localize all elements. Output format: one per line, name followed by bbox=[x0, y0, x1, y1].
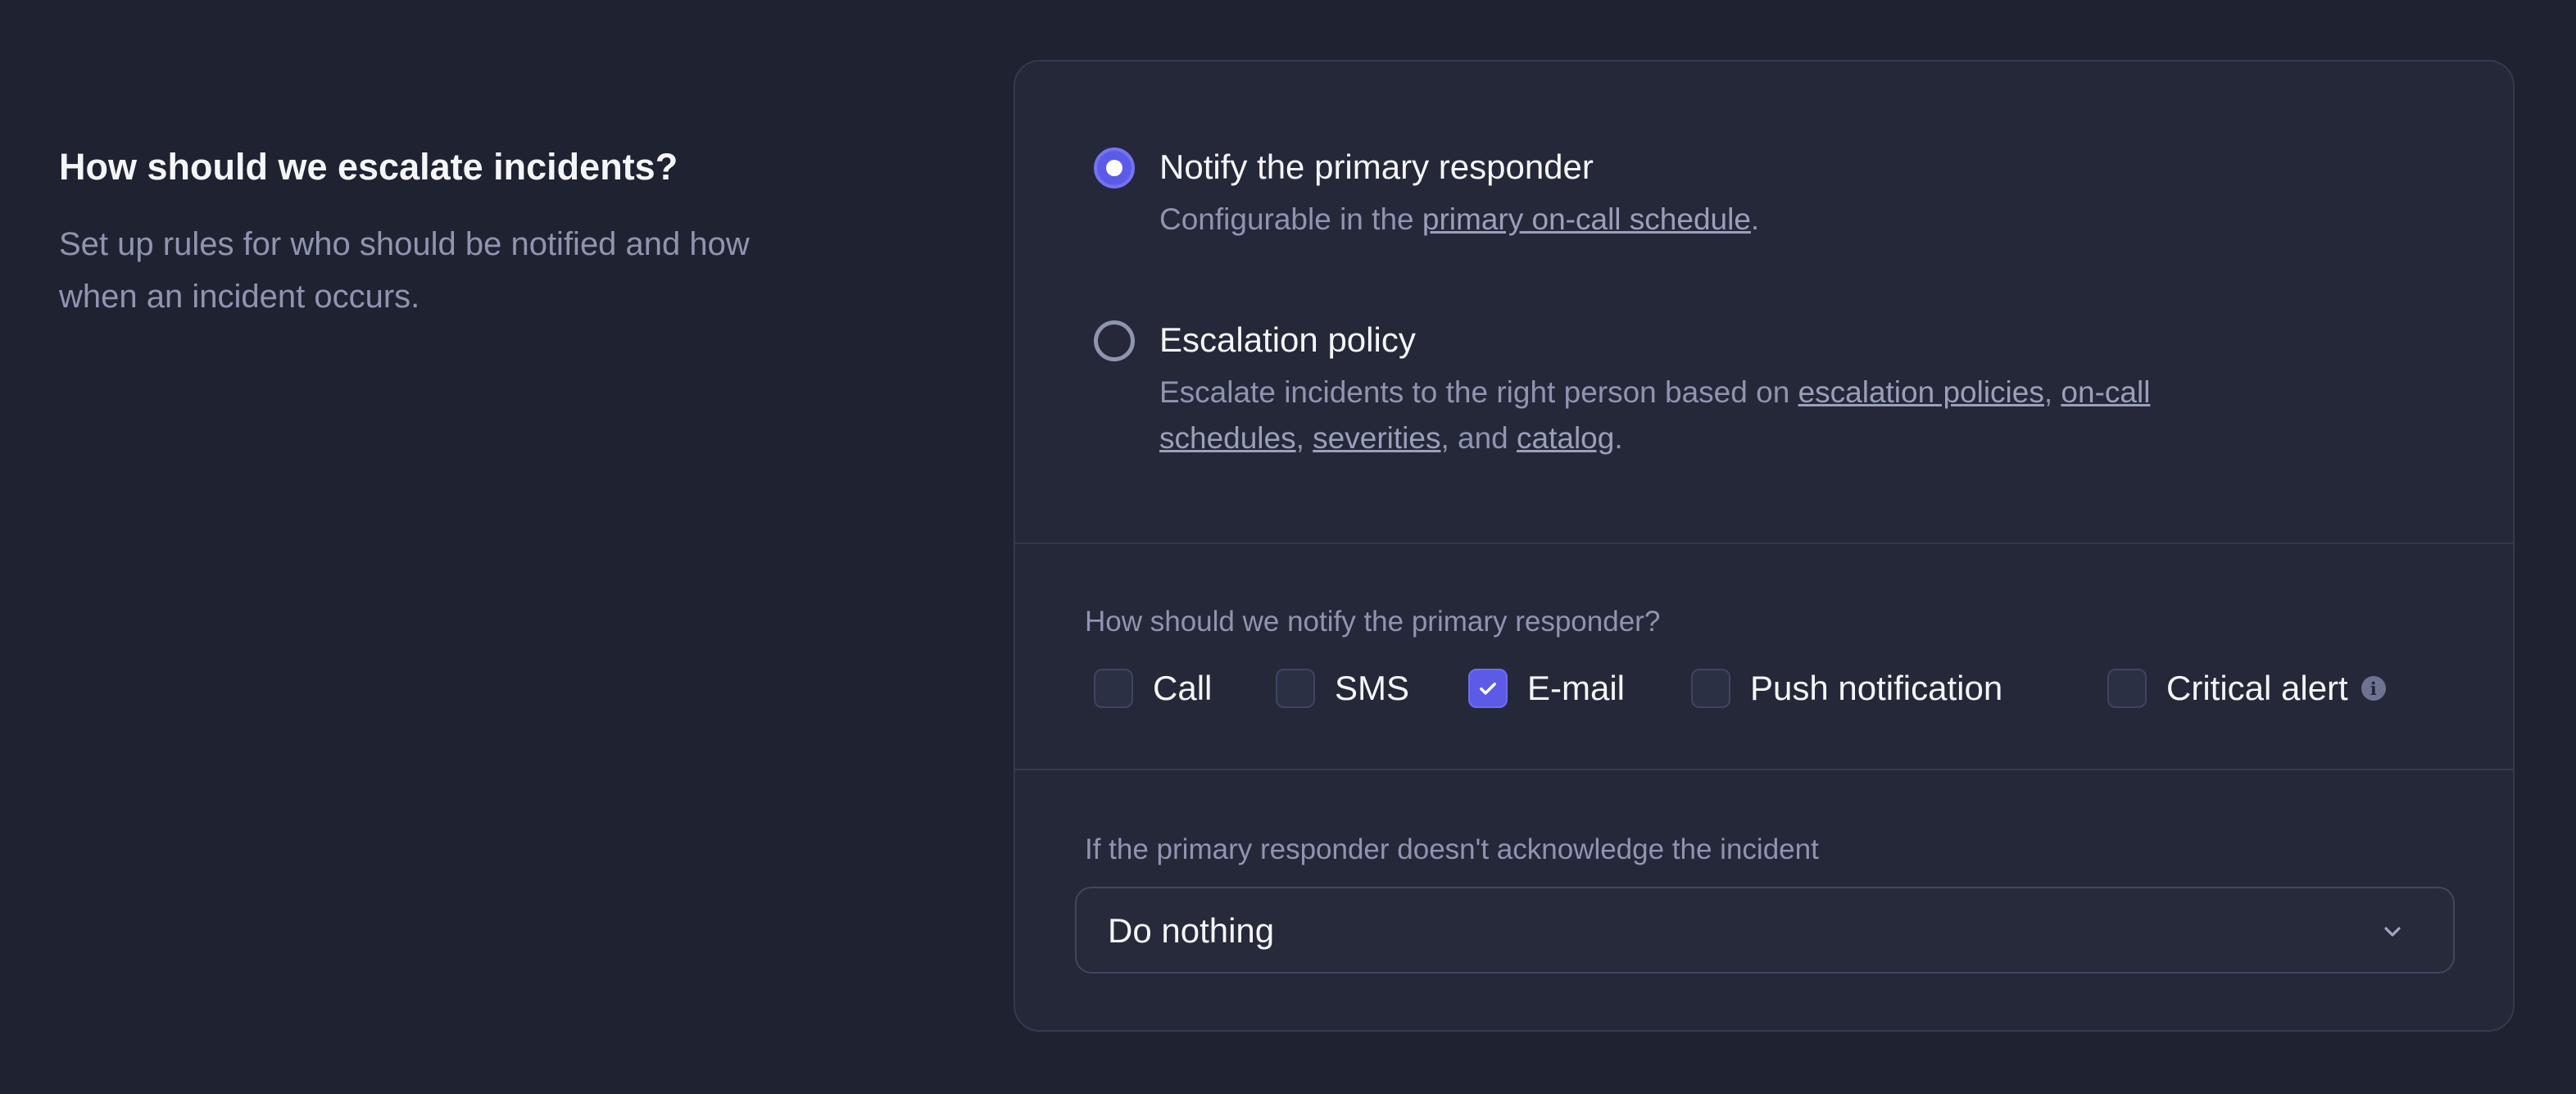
no-ack-action-select[interactable]: Do nothing bbox=[1075, 887, 2455, 974]
option-notify-primary-title: Notify the primary responder bbox=[1159, 148, 1594, 186]
escalation-policies-link[interactable]: escalation policies bbox=[1798, 375, 2044, 409]
select-value: Do nothing bbox=[1108, 911, 1275, 950]
section-intro: How should we escalate incidents? Set up… bbox=[59, 138, 813, 323]
check-icon bbox=[1480, 683, 1496, 695]
checkbox-sms[interactable]: SMS bbox=[1276, 665, 1409, 711]
section-description: Set up rules for who should be notified … bbox=[59, 226, 750, 315]
checkbox-email-label: E-mail bbox=[1527, 669, 1626, 707]
checkbox-box[interactable] bbox=[1094, 669, 1133, 708]
checkbox-email[interactable]: E-mail bbox=[1468, 665, 1625, 711]
chevron-down-icon bbox=[2384, 927, 2401, 937]
desc-text: , bbox=[1295, 421, 1313, 455]
section-title: How should we escalate incidents? bbox=[59, 146, 678, 188]
option-notify-primary-description: Configurable in the primary on-call sche… bbox=[1159, 197, 2257, 243]
checkbox-critical-alert-label: Critical alert bbox=[2166, 669, 2348, 707]
checkbox-call-label: Call bbox=[1153, 669, 1213, 707]
desc-text: , bbox=[2043, 375, 2061, 409]
divider bbox=[1015, 769, 2513, 770]
no-ack-label: If the primary responder doesn't acknowl… bbox=[1085, 833, 1819, 865]
option-escalation-policy-description: Escalate incidents to the right person b… bbox=[1159, 370, 2257, 461]
checkbox-critical-alert[interactable]: Critical alert i bbox=[2107, 665, 2386, 711]
info-icon[interactable]: i bbox=[2361, 676, 2386, 701]
checkbox-box[interactable] bbox=[1276, 669, 1315, 708]
severities-link[interactable]: severities bbox=[1313, 421, 1440, 455]
checkbox-call[interactable]: Call bbox=[1094, 665, 1212, 711]
desc-text: . bbox=[1750, 202, 1760, 236]
catalog-link[interactable]: catalog bbox=[1517, 421, 1614, 455]
checkbox-box[interactable] bbox=[1691, 669, 1730, 708]
desc-text: Configurable in the bbox=[1159, 202, 1422, 236]
checkbox-push-notification-label: Push notification bbox=[1750, 669, 2003, 707]
desc-text: . bbox=[1614, 421, 1623, 455]
desc-text: Escalate incidents to the right person b… bbox=[1159, 375, 1798, 409]
primary-on-call-schedule-link[interactable]: primary on-call schedule bbox=[1422, 202, 1751, 236]
desc-text: , and bbox=[1440, 421, 1517, 455]
escalation-settings-card: Notify the primary responder Configurabl… bbox=[1014, 60, 2515, 1032]
radio-escalation-policy[interactable] bbox=[1094, 320, 1135, 361]
divider bbox=[1015, 542, 2513, 544]
option-escalation-policy-title: Escalation policy bbox=[1159, 320, 1416, 359]
notify-methods-label: How should we notify the primary respond… bbox=[1085, 606, 1661, 638]
checkbox-push-notification[interactable]: Push notification bbox=[1691, 665, 2002, 711]
checkbox-sms-label: SMS bbox=[1335, 669, 1410, 707]
radio-notify-primary[interactable] bbox=[1094, 148, 1135, 188]
checkbox-box[interactable] bbox=[2107, 669, 2147, 708]
checkbox-box[interactable] bbox=[1468, 669, 1508, 708]
